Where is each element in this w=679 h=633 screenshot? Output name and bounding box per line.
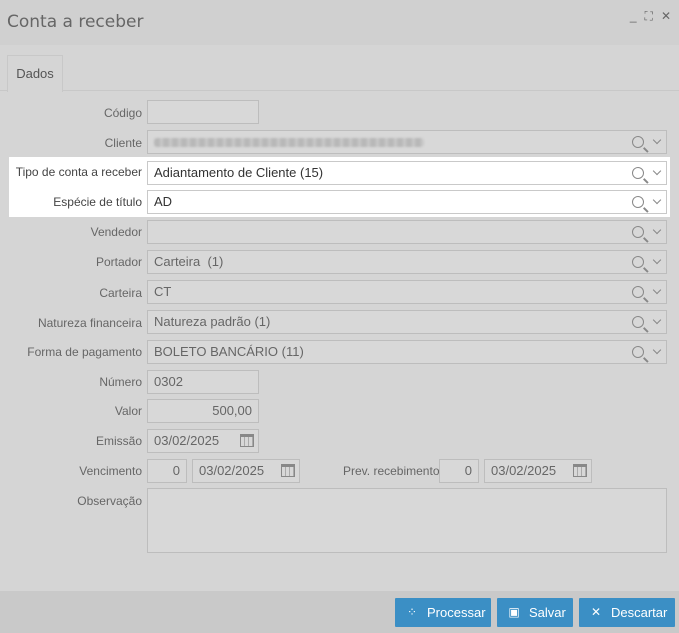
descartar-button[interactable]: ✕ Descartar xyxy=(579,598,675,627)
portador-label: Portador xyxy=(95,255,142,269)
cliente-field[interactable] xyxy=(147,130,667,154)
calendar-icon[interactable] xyxy=(281,464,295,477)
carteira-value: CT xyxy=(154,284,172,299)
search-icon[interactable] xyxy=(632,256,644,268)
close-icon[interactable]: ✕ xyxy=(661,9,671,24)
vencimento-date-field[interactable]: 03/02/2025 xyxy=(192,459,300,483)
search-icon[interactable] xyxy=(632,226,644,238)
chevron-down-icon[interactable] xyxy=(652,345,662,355)
search-icon[interactable] xyxy=(632,286,644,298)
chevron-down-icon[interactable] xyxy=(652,225,662,235)
observacao-label: Observação xyxy=(77,494,142,508)
especie-titulo-value: AD xyxy=(154,194,173,209)
observacao-textarea[interactable] xyxy=(147,488,667,553)
natureza-value: Natureza padrão (1) xyxy=(154,314,271,329)
forma-label: Forma de pagamento xyxy=(27,345,142,359)
natureza-field[interactable]: Natureza padrão (1) xyxy=(147,310,667,334)
chevron-down-icon[interactable] xyxy=(652,166,662,176)
tab-dados[interactable]: Dados xyxy=(7,55,63,92)
prev-date-value: 03/02/2025 xyxy=(491,463,557,478)
chevron-down-icon[interactable] xyxy=(652,255,662,265)
title-bar: Conta a receber _ ⛶ ✕ xyxy=(0,0,679,45)
tipo-label: Tipo de conta a receber xyxy=(15,165,142,179)
numero-label: Número xyxy=(99,375,142,389)
especie-titulo-field[interactable]: AD xyxy=(147,190,667,214)
portador-value: Carteira (1) xyxy=(154,254,224,269)
valor-label: Valor xyxy=(114,404,142,418)
salvar-button[interactable]: ▣ Salvar xyxy=(497,598,573,627)
emissao-label: Emissão xyxy=(95,434,142,448)
codigo-field[interactable] xyxy=(147,100,259,124)
valor-field[interactable]: 500,00 xyxy=(147,399,259,423)
especie-label: Espécie de título xyxy=(53,195,142,209)
forma-pagamento-field[interactable]: BOLETO BANCÁRIO (11) xyxy=(147,340,667,364)
vencimento-label: Vencimento xyxy=(79,464,142,478)
footer-bar xyxy=(0,591,679,633)
natureza-label: Natureza financeira xyxy=(37,316,142,330)
vencimento-date-value: 03/02/2025 xyxy=(199,463,265,478)
processar-label: Processar xyxy=(427,605,486,620)
vendedor-field[interactable] xyxy=(147,220,667,244)
codigo-label: Código xyxy=(103,106,142,120)
prev-days-field[interactable]: 0 xyxy=(439,459,479,483)
carteira-label: Carteira xyxy=(99,286,142,300)
chevron-down-icon[interactable] xyxy=(652,135,662,145)
window-title: Conta a receber xyxy=(7,12,144,32)
vendedor-label: Vendedor xyxy=(90,225,142,239)
minimize-icon[interactable]: _ xyxy=(630,9,637,24)
chevron-down-icon[interactable] xyxy=(652,285,662,295)
prev-date-field[interactable]: 03/02/2025 xyxy=(484,459,592,483)
search-icon[interactable] xyxy=(632,346,644,358)
chevron-down-icon[interactable] xyxy=(652,315,662,325)
cliente-label: Cliente xyxy=(104,136,142,150)
search-icon[interactable] xyxy=(632,196,644,208)
tipo-conta-value: Adiantamento de Cliente (15) xyxy=(154,165,324,180)
forma-pagamento-value: BOLETO BANCÁRIO (11) xyxy=(154,344,304,359)
descartar-label: Descartar xyxy=(611,605,668,620)
carteira-field[interactable]: CT xyxy=(147,280,667,304)
cliente-blurred-value xyxy=(154,138,424,147)
search-icon[interactable] xyxy=(632,136,644,148)
portador-field[interactable]: Carteira (1) xyxy=(147,250,667,274)
chevron-down-icon[interactable] xyxy=(652,195,662,205)
salvar-label: Salvar xyxy=(529,605,566,620)
vencimento-days-field[interactable]: 0 xyxy=(147,459,187,483)
close-icon: ✕ xyxy=(590,605,602,619)
emissao-value: 03/02/2025 xyxy=(154,433,220,448)
tipo-conta-field[interactable]: Adiantamento de Cliente (15) xyxy=(147,161,667,185)
save-icon: ▣ xyxy=(508,605,520,619)
numero-field[interactable]: 0302 xyxy=(147,370,259,394)
calendar-icon[interactable] xyxy=(240,434,254,447)
processar-button[interactable]: ⁘ Processar xyxy=(395,598,491,627)
tab-bar: Dados xyxy=(0,45,679,92)
prev-recebimento-label: Prev. recebimento xyxy=(343,464,440,478)
search-icon[interactable] xyxy=(632,316,644,328)
calendar-icon[interactable] xyxy=(573,464,587,477)
emissao-field[interactable]: 03/02/2025 xyxy=(147,429,259,453)
maximize-icon[interactable]: ⛶ xyxy=(645,9,653,24)
spinner-icon: ⁘ xyxy=(406,605,418,619)
search-icon[interactable] xyxy=(632,167,644,179)
